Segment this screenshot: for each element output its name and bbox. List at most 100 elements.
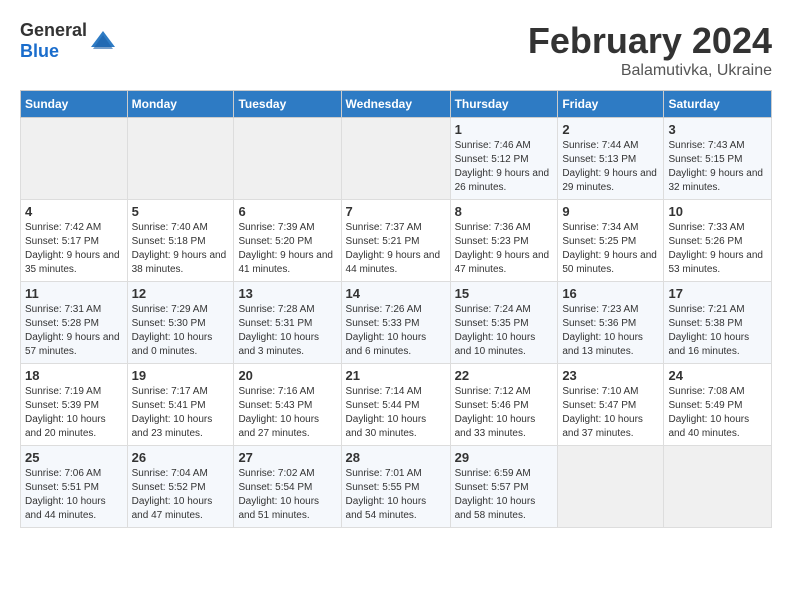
day-number: 15 [455,286,554,301]
calendar-cell: 13 Sunrise: 7:28 AMSunset: 5:31 PMDayligh… [234,282,341,364]
day-number: 5 [132,204,230,219]
day-info: Sunrise: 7:31 AMSunset: 5:28 PMDaylight:… [25,303,123,359]
day-number: 8 [455,204,554,219]
day-info: Sunrise: 7:44 AMSunset: 5:13 PMDaylight:… [562,139,659,195]
day-info: Sunrise: 6:59 AMSunset: 5:57 PMDaylight:… [455,467,554,523]
day-info: Sunrise: 7:43 AMSunset: 5:15 PMDaylight:… [668,139,767,195]
day-number: 18 [25,368,123,383]
calendar-cell: 24 Sunrise: 7:08 AMSunset: 5:49 PMDayligh… [664,364,772,446]
day-info: Sunrise: 7:08 AMSunset: 5:49 PMDaylight:… [668,385,767,441]
day-info: Sunrise: 7:10 AMSunset: 5:47 PMDaylight:… [562,385,659,441]
calendar-cell: 27 Sunrise: 7:02 AMSunset: 5:54 PMDayligh… [234,446,341,528]
day-number: 2 [562,122,659,137]
day-number: 6 [238,204,336,219]
calendar-table: Sunday Monday Tuesday Wednesday Thursday… [20,90,772,528]
calendar-cell: 16 Sunrise: 7:23 AMSunset: 5:36 PMDayligh… [558,282,664,364]
day-info: Sunrise: 7:14 AMSunset: 5:44 PMDaylight:… [346,385,446,441]
calendar-cell: 1 Sunrise: 7:46 AMSunset: 5:12 PMDaylight… [450,118,558,200]
day-info: Sunrise: 7:01 AMSunset: 5:55 PMDaylight:… [346,467,446,523]
day-info: Sunrise: 7:33 AMSunset: 5:26 PMDaylight:… [668,221,767,277]
day-number: 9 [562,204,659,219]
calendar-cell [341,118,450,200]
calendar-cell [127,118,234,200]
calendar-cell: 26Sunrise: 7:04 AMSunset: 5:52 PMDayligh… [127,446,234,528]
day-info: Sunrise: 7:16 AMSunset: 5:43 PMDaylight:… [238,385,336,441]
day-info: Sunrise: 7:26 AMSunset: 5:33 PMDaylight:… [346,303,446,359]
calendar-week-2: 4Sunrise: 7:42 AMSunset: 5:17 PMDaylight… [21,200,772,282]
day-info: Sunrise: 7:29 AMSunset: 5:30 PMDaylight:… [132,303,230,359]
calendar-cell: 3 Sunrise: 7:43 AMSunset: 5:15 PMDaylight… [664,118,772,200]
day-number: 19 [132,368,230,383]
calendar-cell: 23 Sunrise: 7:10 AMSunset: 5:47 PMDayligh… [558,364,664,446]
day-number: 20 [238,368,336,383]
day-info: Sunrise: 7:21 AMSunset: 5:38 PMDaylight:… [668,303,767,359]
day-info: Sunrise: 7:46 AMSunset: 5:12 PMDaylight:… [455,139,554,195]
day-number: 14 [346,286,446,301]
col-sunday: Sunday [21,91,128,118]
day-number: 26 [132,450,230,465]
calendar-cell: 9 Sunrise: 7:34 AMSunset: 5:25 PMDaylight… [558,200,664,282]
calendar-cell: 4Sunrise: 7:42 AMSunset: 5:17 PMDaylight… [21,200,128,282]
calendar-cell: 11 Sunrise: 7:31 AMSunset: 5:28 PMDayligh… [21,282,128,364]
day-info: Sunrise: 7:02 AMSunset: 5:54 PMDaylight:… [238,467,336,523]
calendar-title: February 2024 [528,20,772,62]
calendar-cell: 8Sunrise: 7:36 AMSunset: 5:23 PMDaylight… [450,200,558,282]
calendar-cell: 28 Sunrise: 7:01 AMSunset: 5:55 PMDayligh… [341,446,450,528]
calendar-location: Balamutivka, Ukraine [528,62,772,80]
logo-blue: Blue [20,41,59,61]
day-number: 12 [132,286,230,301]
day-number: 16 [562,286,659,301]
day-number: 28 [346,450,446,465]
day-info: Sunrise: 7:39 AMSunset: 5:20 PMDaylight:… [238,221,336,277]
day-number: 10 [668,204,767,219]
logo-general: General [20,20,87,40]
day-number: 27 [238,450,336,465]
day-info: Sunrise: 7:37 AMSunset: 5:21 PMDaylight:… [346,221,446,277]
day-number: 25 [25,450,123,465]
calendar-cell: 10 Sunrise: 7:33 AMSunset: 5:26 PMDayligh… [664,200,772,282]
col-saturday: Saturday [664,91,772,118]
calendar-cell: 22Sunrise: 7:12 AMSunset: 5:46 PMDayligh… [450,364,558,446]
calendar-week-3: 11 Sunrise: 7:31 AMSunset: 5:28 PMDayligh… [21,282,772,364]
day-info: Sunrise: 7:17 AMSunset: 5:41 PMDaylight:… [132,385,230,441]
day-info: Sunrise: 7:42 AMSunset: 5:17 PMDaylight:… [25,221,123,277]
calendar-cell: 25Sunrise: 7:06 AMSunset: 5:51 PMDayligh… [21,446,128,528]
day-number: 29 [455,450,554,465]
title-block: February 2024 Balamutivka, Ukraine [528,20,772,80]
calendar-cell [21,118,128,200]
day-info: Sunrise: 7:34 AMSunset: 5:25 PMDaylight:… [562,221,659,277]
day-number: 11 [25,286,123,301]
col-tuesday: Tuesday [234,91,341,118]
logo: General Blue [20,20,117,62]
calendar-cell: 20 Sunrise: 7:16 AMSunset: 5:43 PMDayligh… [234,364,341,446]
day-number: 13 [238,286,336,301]
calendar-cell: 21Sunrise: 7:14 AMSunset: 5:44 PMDayligh… [341,364,450,446]
col-wednesday: Wednesday [341,91,450,118]
calendar-cell: 5Sunrise: 7:40 AMSunset: 5:18 PMDaylight… [127,200,234,282]
calendar-cell: 19 Sunrise: 7:17 AMSunset: 5:41 PMDayligh… [127,364,234,446]
calendar-cell: 18 Sunrise: 7:19 AMSunset: 5:39 PMDayligh… [21,364,128,446]
logo-text: General Blue [20,20,87,62]
day-number: 23 [562,368,659,383]
day-info: Sunrise: 7:23 AMSunset: 5:36 PMDaylight:… [562,303,659,359]
day-number: 3 [668,122,767,137]
calendar-week-5: 25Sunrise: 7:06 AMSunset: 5:51 PMDayligh… [21,446,772,528]
logo-icon [89,27,117,55]
header-row: Sunday Monday Tuesday Wednesday Thursday… [21,91,772,118]
calendar-cell [234,118,341,200]
calendar-week-4: 18 Sunrise: 7:19 AMSunset: 5:39 PMDayligh… [21,364,772,446]
calendar-cell: 15Sunrise: 7:24 AMSunset: 5:35 PMDayligh… [450,282,558,364]
day-number: 7 [346,204,446,219]
calendar-cell: 14 Sunrise: 7:26 AMSunset: 5:33 PMDayligh… [341,282,450,364]
calendar-cell: 12 Sunrise: 7:29 AMSunset: 5:30 PMDayligh… [127,282,234,364]
day-info: Sunrise: 7:28 AMSunset: 5:31 PMDaylight:… [238,303,336,359]
day-info: Sunrise: 7:12 AMSunset: 5:46 PMDaylight:… [455,385,554,441]
calendar-week-1: 1 Sunrise: 7:46 AMSunset: 5:12 PMDaylight… [21,118,772,200]
day-number: 24 [668,368,767,383]
calendar-cell: 7 Sunrise: 7:37 AMSunset: 5:21 PMDaylight… [341,200,450,282]
calendar-cell: 29 Sunrise: 6:59 AMSunset: 5:57 PMDayligh… [450,446,558,528]
page-header: General Blue February 2024 Balamutivka, … [20,20,772,80]
calendar-cell [558,446,664,528]
day-info: Sunrise: 7:19 AMSunset: 5:39 PMDaylight:… [25,385,123,441]
day-number: 1 [455,122,554,137]
